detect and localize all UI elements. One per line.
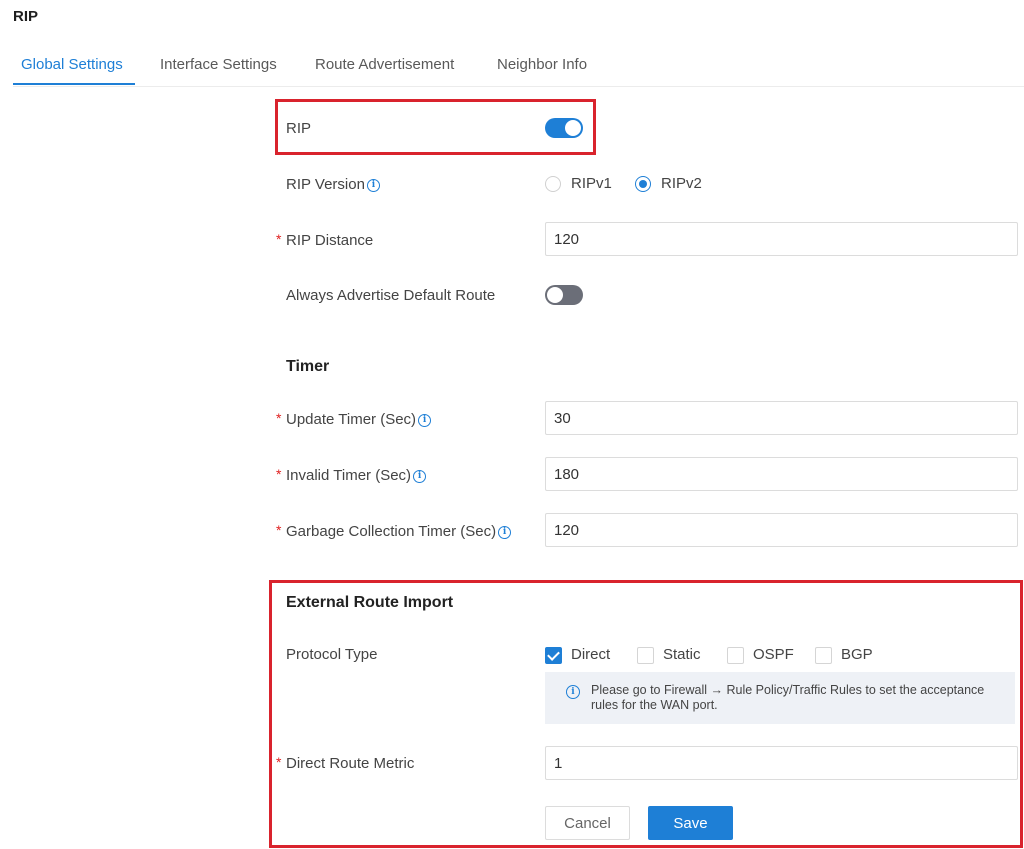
rip-version-label-text: RIP Version [286,176,365,193]
external-route-section-title: External Route Import [286,594,454,611]
direct-route-metric-label: Direct Route Metric [286,755,415,772]
required-mark: * [276,466,282,482]
rip-label: RIP [286,120,312,137]
rip-toggle[interactable] [545,118,583,138]
radio-ripv1[interactable] [545,176,561,192]
info-icon[interactable]: i [413,469,427,483]
invalid-timer-label: Invalid Timer (Sec) i [286,467,427,484]
rip-distance-label: RIP Distance [286,232,374,249]
checkbox-ospf-label: OSPF [753,646,794,663]
update-timer-label: Update Timer (Sec) i [286,411,432,428]
garbage-timer-label-text: Garbage Collection Timer (Sec) [286,523,497,540]
timer-section-title: Timer [286,358,330,375]
invalid-timer-input[interactable] [545,457,1018,491]
info-icon[interactable]: i [498,525,512,539]
required-mark: * [276,231,282,247]
rip-distance-input[interactable] [545,222,1018,256]
active-tab-indicator [13,83,135,85]
direct-route-metric-input[interactable] [545,746,1018,780]
checkbox-bgp-label: BGP [841,646,873,663]
tab-interface-settings[interactable]: Interface Settings [160,56,277,73]
radio-ripv2[interactable] [635,176,651,192]
checkbox-static[interactable] [637,647,654,664]
checkbox-bgp[interactable] [815,647,832,664]
required-mark: * [276,410,282,426]
info-icon[interactable]: i [366,178,380,192]
checkbox-static-label: Static [663,646,701,663]
garbage-timer-input[interactable] [545,513,1018,547]
save-button[interactable]: Save [648,806,733,840]
tab-global-settings[interactable]: Global Settings [21,56,123,73]
checkbox-direct[interactable] [545,647,562,664]
toggle-knob [547,287,563,303]
always-advertise-label: Always Advertise Default Route [286,287,496,304]
checkbox-ospf[interactable] [727,647,744,664]
tab-route-advertisement[interactable]: Route Advertisement [315,56,454,73]
invalid-timer-label-text: Invalid Timer (Sec) [286,467,412,484]
page-title: RIP [13,8,39,25]
always-advertise-toggle[interactable] [545,285,583,305]
update-timer-label-text: Update Timer (Sec) [286,411,417,428]
radio-ripv1-label: RIPv1 [571,175,612,192]
firewall-notice: i Please go to Firewall → Rule Policy/Tr… [545,672,1015,724]
tab-bar: Global Settings Interface Settings Route… [13,48,1024,87]
radio-ripv2-label: RIPv2 [661,175,702,192]
protocol-type-label: Protocol Type [286,646,378,663]
toggle-knob [565,120,581,136]
update-timer-input[interactable] [545,401,1018,435]
required-mark: * [276,754,282,770]
required-mark: * [276,522,282,538]
cancel-button[interactable]: Cancel [545,806,630,840]
checkbox-direct-label: Direct [571,646,611,663]
info-icon: i [566,685,580,699]
tab-neighbor-info[interactable]: Neighbor Info [497,56,587,73]
info-icon[interactable]: i [418,413,432,427]
rip-version-label: RIP Version i [286,176,380,193]
garbage-timer-label: Garbage Collection Timer (Sec) i [286,523,512,540]
notice-text: Please go to Firewall → Rule Policy/Traf… [591,683,985,712]
